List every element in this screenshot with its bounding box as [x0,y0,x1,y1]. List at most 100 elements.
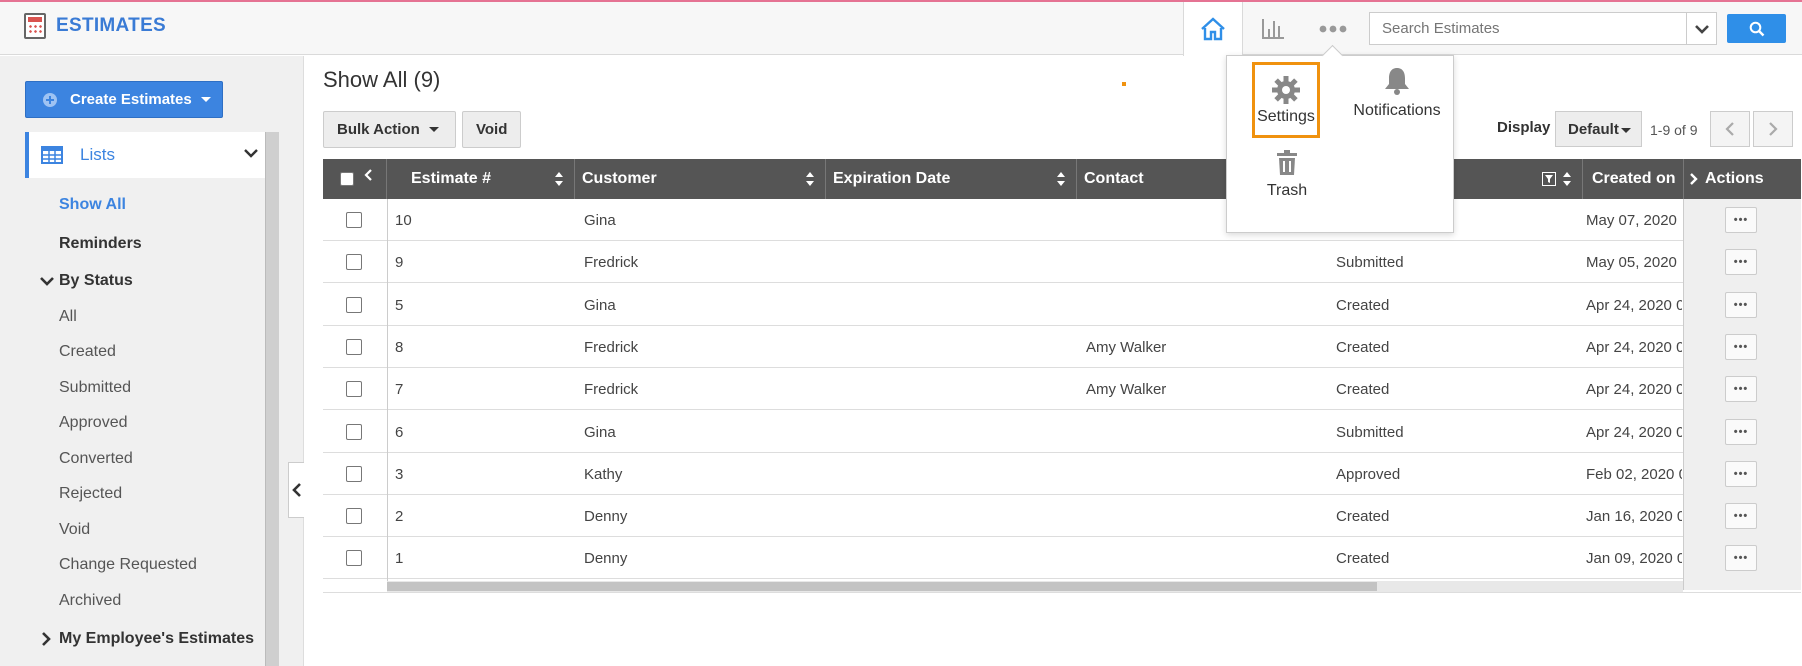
table-row[interactable]: 2 Denny Created Jan 16, 2020 0 [323,495,1801,537]
cell-status: Created [1336,507,1390,525]
sidebar-item-show-all[interactable]: Show All [59,196,126,214]
sidebar-scrollbar[interactable] [265,132,279,666]
row-actions-button[interactable]: ••• [1725,249,1757,275]
col-customer[interactable]: Customer [575,159,826,199]
table-row[interactable]: 3 Kathy Approved Feb 02, 2020 0 [323,453,1801,495]
row-actions-button[interactable]: ••• [1725,376,1757,402]
sidebar-item-submitted[interactable]: Submitted [59,379,131,397]
chevron-left-icon[interactable] [363,169,374,181]
sidebar-item-approved[interactable]: Approved [59,414,128,432]
cell-created-on: Apr 24, 2020 0 [1586,380,1682,398]
display-select[interactable]: Default [1555,111,1642,147]
row-checkbox[interactable] [346,254,362,270]
void-button[interactable]: Void [462,111,522,148]
notifications-label: Notifications [1353,102,1441,119]
cell-created-on: Apr 24, 2020 0 [1586,423,1682,441]
row-checkbox[interactable] [346,550,362,566]
gear-icon [1272,75,1300,104]
reports-button[interactable] [1243,2,1303,55]
search-button[interactable] [1727,14,1786,43]
chevron-down-icon [1694,24,1709,34]
sidebar-item-all[interactable]: All [59,308,77,326]
table-row[interactable]: 10 Gina May 07, 2020 [323,199,1801,241]
col-contact-label: Contact [1084,170,1144,187]
sidebar-item-converted[interactable]: Converted [59,450,133,468]
search-dropdown-button[interactable] [1686,13,1716,44]
settings-label: Settings [1257,107,1315,125]
row-actions-cell: ••• [1725,503,1757,529]
cell-contact [1086,284,1326,326]
table-row[interactable]: 8 Fredrick Amy Walker Created Apr 24, 2020 0 [323,326,1801,368]
chevron-right-icon[interactable] [1689,172,1699,186]
sidebar-item-archived[interactable]: Archived [59,592,121,610]
sidebar-item-created[interactable]: Created [59,343,116,361]
row-actions-button[interactable]: ••• [1725,334,1757,360]
sidebar-item-my-employees[interactable]: My Employee's Estimates [40,630,254,648]
select-all-checkbox[interactable] [339,172,354,186]
row-checkbox[interactable] [346,381,362,397]
cell-created-on: May 07, 2020 [1586,211,1677,229]
col-created-on[interactable]: Created on [1583,159,1683,199]
more-icon: ••• [1733,383,1749,395]
row-actions-button[interactable]: ••• [1725,545,1757,571]
caret-down-icon [1621,128,1631,133]
row-checkbox[interactable] [346,297,362,313]
cell-estimate-number: 3 [395,465,404,483]
sidebar-item-change-requested[interactable]: Change Requested [59,556,197,574]
cell-customer: Fredrick [584,338,639,356]
table-row[interactable]: 1 Denny Created Jan 09, 2020 0 [323,537,1801,579]
prev-page-button[interactable] [1710,111,1750,147]
brand[interactable]: ESTIMATES [24,13,166,39]
row-checkbox[interactable] [346,339,362,355]
table-row[interactable]: 6 Gina Submitted Apr 24, 2020 0 [323,411,1801,453]
table-row[interactable]: 7 Fredrick Amy Walker Created Apr 24, 2020 0 [323,368,1801,410]
collapse-sidebar-button[interactable] [288,462,304,518]
row-actions-button[interactable]: ••• [1725,292,1757,318]
table-row[interactable]: 9 Fredrick Submitted May 05, 2020 [323,241,1801,283]
menu-item-trash[interactable]: Trash [1256,150,1318,200]
sidebar-item-by-status[interactable]: By Status [40,272,133,290]
scrollbar-thumb[interactable] [387,582,1377,591]
cell-contact [1086,453,1326,495]
sidebar-item-void[interactable]: Void [59,521,90,539]
sort-icon [1057,172,1065,186]
row-checkbox-cell [346,453,366,495]
table-row[interactable]: 5 Gina Created Apr 24, 2020 0 [323,284,1801,326]
search-input[interactable] [1370,13,1686,44]
row-actions-button[interactable]: ••• [1725,419,1757,445]
cell-status: Created [1336,549,1390,567]
cell-status: Created [1336,380,1390,398]
cell-estimate-number: 9 [395,253,404,271]
row-checkbox-cell [346,411,366,453]
filter-icon[interactable] [1542,172,1556,186]
cell-contact: Amy Walker [1086,380,1167,398]
row-checkbox[interactable] [346,508,362,524]
row-checkbox[interactable] [346,212,362,228]
row-checkbox[interactable] [346,466,362,482]
row-checkbox[interactable] [346,424,362,440]
col-expiration-date[interactable]: Expiration Date [826,159,1077,199]
cell-created-on: Feb 02, 2020 0 [1586,465,1682,483]
home-button[interactable] [1183,2,1243,56]
sidebar-item-rejected[interactable]: Rejected [59,485,122,503]
row-actions-button[interactable]: ••• [1725,503,1757,529]
lists-section-header[interactable]: Lists [25,132,265,178]
more-icon: ••• [1733,341,1749,353]
row-actions-cell: ••• [1725,334,1757,360]
table-horizontal-scrollbar[interactable] [387,581,1683,592]
row-actions-button[interactable]: ••• [1725,461,1757,487]
menu-item-settings[interactable]: Settings [1252,62,1320,138]
create-estimates-button[interactable]: Create Estimates [25,81,223,118]
col-estimate-number[interactable]: Estimate # [387,159,575,199]
sidebar-item-reminders[interactable]: Reminders [59,235,142,253]
page-title: Show All (9) [323,67,441,92]
bulk-action-button[interactable]: Bulk Action [323,111,456,148]
cell-contact [1086,241,1326,283]
row-actions-cell: ••• [1725,376,1757,402]
chart-icon [1262,18,1284,39]
cell-estimate-number: 10 [395,211,412,229]
menu-item-notifications[interactable]: Notifications [1347,66,1447,120]
row-actions-button[interactable]: ••• [1725,207,1757,233]
loading-dot [1122,82,1126,86]
next-page-button[interactable] [1753,111,1793,147]
